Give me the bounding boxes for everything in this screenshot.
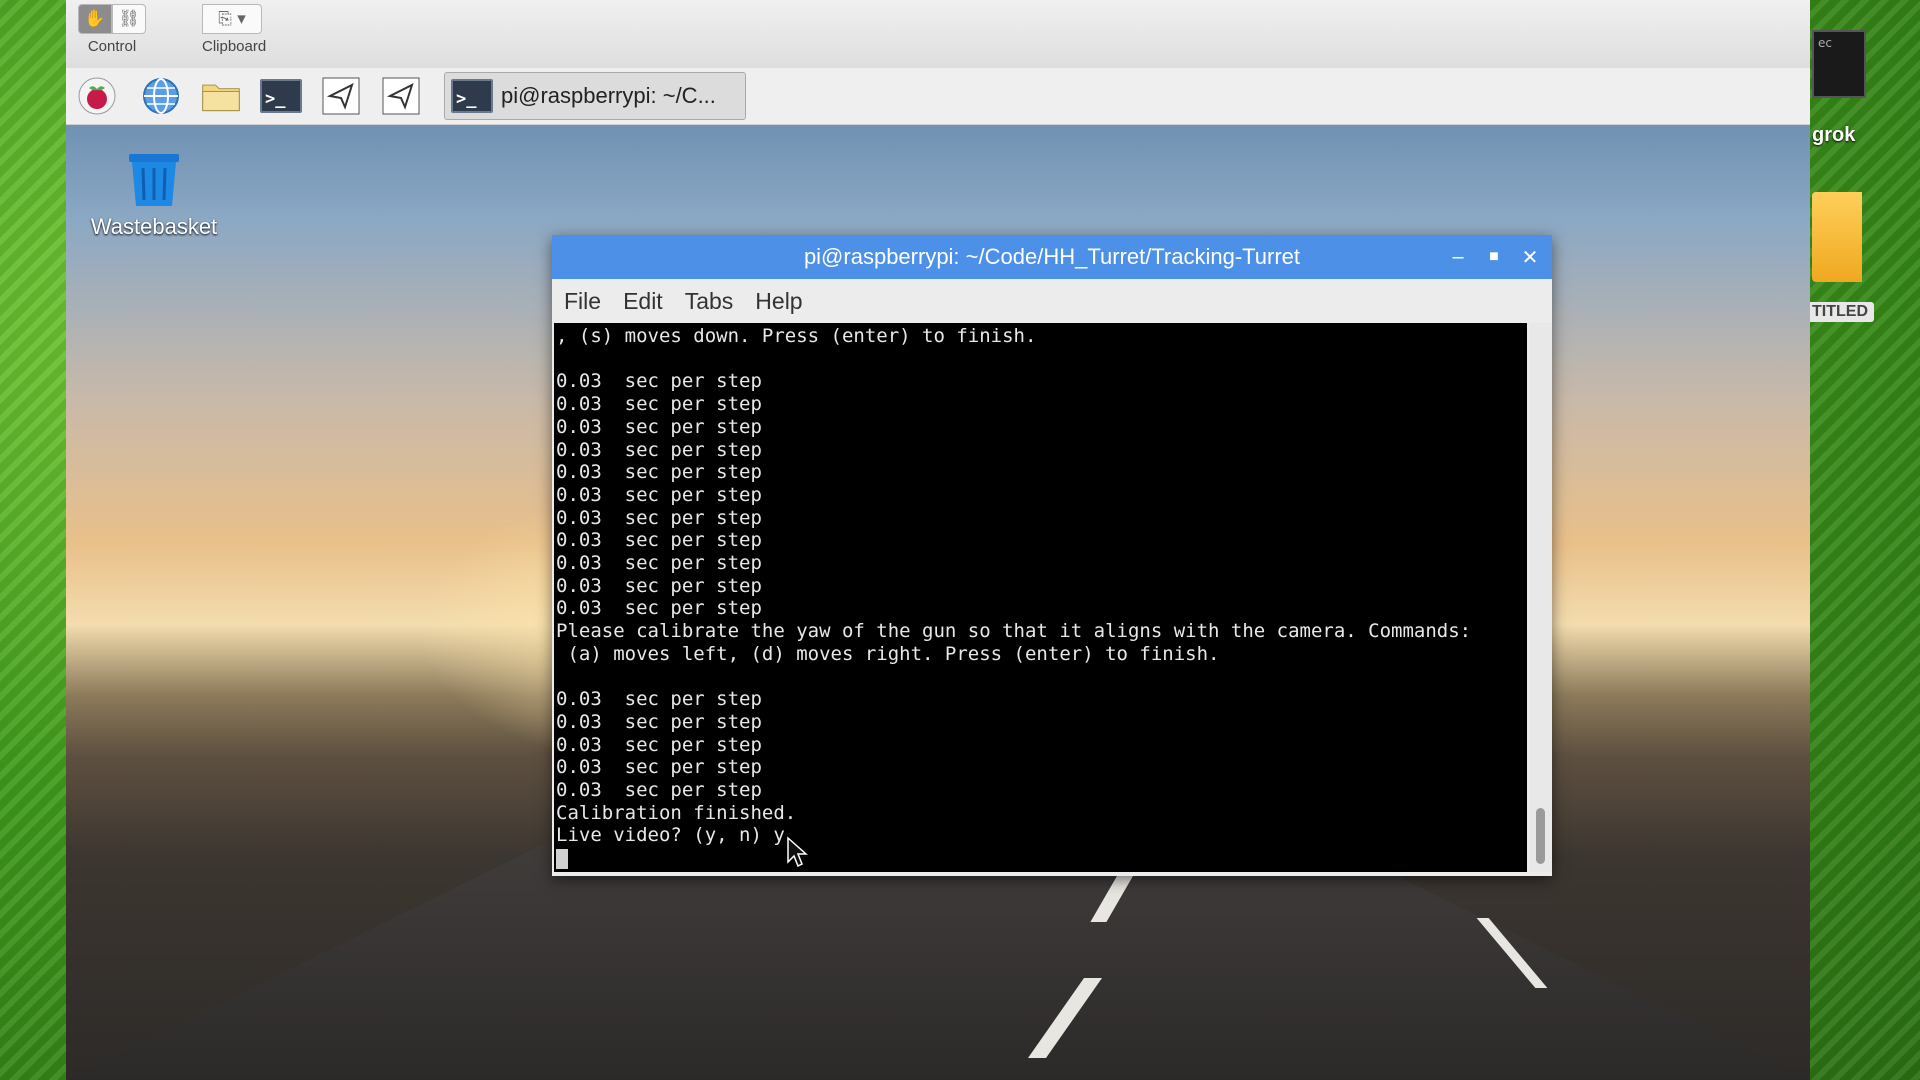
terminal-line: , (s) moves down. Press (enter) to finis…	[556, 325, 1037, 347]
host-drive-label[interactable]: TITLED	[1806, 302, 1874, 322]
vnc-toolbar: ✋ ⛓ Control ⎘ ▾ Clipboard	[66, 0, 1810, 69]
terminal-window[interactable]: pi@raspberrypi: ~/Code/HH_Turret/Trackin…	[552, 235, 1552, 876]
host-thumbnail-text: ec	[1818, 36, 1832, 50]
wastebasket-desktop-item[interactable]: Wastebasket	[84, 148, 224, 240]
control-label: Control	[87, 38, 137, 55]
raspberry-menu-icon[interactable]	[76, 76, 118, 116]
binoculars-icon[interactable]: ⛓	[112, 4, 146, 34]
terminal-line: 0.03 sec per step	[556, 733, 762, 756]
terminal-icon: >_	[451, 79, 493, 113]
menu-edit[interactable]: Edit	[623, 288, 663, 315]
terminal-line: Live video? (y, n) y	[556, 824, 785, 847]
menu-tabs[interactable]: Tabs	[685, 288, 734, 315]
terminal-line: 0.03 sec per step	[556, 597, 762, 620]
terminal-line: 0.03 sec per step	[556, 529, 762, 552]
terminal-line: 0.03 sec per step	[556, 415, 762, 438]
host-thumbnail-window[interactable]: ec	[1812, 30, 1866, 98]
terminal-scrollbar[interactable]	[1530, 323, 1552, 872]
menu-file[interactable]: File	[564, 288, 601, 315]
host-grok-label[interactable]: grok	[1812, 124, 1855, 147]
file-manager-icon[interactable]	[200, 76, 242, 116]
terminal-line: 0.03 sec per step	[556, 688, 762, 711]
maximize-icon[interactable]: ■	[1480, 243, 1508, 271]
terminal-launcher-icon[interactable]: >_	[260, 76, 302, 116]
send-icon[interactable]	[380, 76, 422, 116]
raspberry-pi-desktop: >_ >_ pi@raspberrypi: ~/C... Wastebasket	[66, 68, 1810, 1080]
menu-help[interactable]: Help	[755, 288, 802, 315]
mouse-pointer-icon	[787, 836, 808, 868]
terminal-line: 0.03 sec per step	[556, 756, 762, 779]
control-group: ✋ ⛓ Control	[78, 4, 146, 55]
terminal-menu-bar: File Edit Tabs Help	[552, 279, 1552, 323]
minimize-icon[interactable]: –	[1444, 243, 1472, 271]
terminal-line: 0.03 sec per step	[556, 438, 762, 461]
vnc-viewer-window: ✋ ⛓ Control ⎘ ▾ Clipboard >_ >_ pi@raspb…	[66, 0, 1810, 1080]
terminal-line: 0.03 sec per step	[556, 506, 762, 529]
host-drive-icon[interactable]	[1812, 192, 1862, 282]
wastebasket-label: Wastebasket	[90, 214, 218, 239]
terminal-line: Please calibrate the yaw of the gun so t…	[556, 620, 1472, 643]
taskbar-terminal-button[interactable]: >_ pi@raspberrypi: ~/C...	[444, 72, 746, 120]
terminal-line: 0.03 sec per step	[556, 370, 762, 393]
terminal-cursor	[556, 848, 568, 869]
scrollbar-thumb[interactable]	[1536, 808, 1545, 864]
trash-icon	[129, 154, 179, 206]
terminal-line: 0.03 sec per step	[556, 779, 762, 802]
terminal-output[interactable]: , (s) moves down. Press (enter) to finis…	[554, 323, 1527, 872]
terminal-line: 0.03 sec per step	[556, 461, 762, 484]
taskbar-terminal-label: pi@raspberrypi: ~/C...	[501, 83, 716, 108]
send-icon[interactable]	[320, 76, 362, 116]
terminal-line: Calibration finished.	[556, 801, 797, 824]
terminal-title: pi@raspberrypi: ~/Code/HH_Turret/Trackin…	[803, 244, 1301, 269]
terminal-lines: , (s) moves down. Press (enter) to finis…	[554, 323, 1527, 870]
pi-taskbar-panel: >_ >_ pi@raspberrypi: ~/C...	[66, 68, 1810, 125]
close-icon[interactable]: ✕	[1516, 243, 1544, 271]
clipboard-dropdown-icon[interactable]: ⎘ ▾	[202, 4, 262, 34]
terminal-line: 0.03 sec per step	[556, 710, 762, 733]
clipboard-label: Clipboard	[202, 38, 267, 55]
terminal-line: 0.03 sec per step	[556, 393, 762, 416]
web-browser-icon[interactable]	[140, 76, 182, 116]
terminal-line: 0.03 sec per step	[556, 574, 762, 597]
clipboard-group: ⎘ ▾ Clipboard	[202, 4, 266, 55]
terminal-line: 0.03 sec per step	[556, 483, 762, 506]
terminal-title-bar[interactable]: pi@raspberrypi: ~/Code/HH_Turret/Trackin…	[552, 235, 1552, 279]
terminal-line: 0.03 sec per step	[556, 552, 762, 575]
terminal-line: (a) moves left, (d) moves right. Press (…	[556, 642, 1220, 665]
mouse-control-icon[interactable]: ✋	[78, 4, 112, 34]
